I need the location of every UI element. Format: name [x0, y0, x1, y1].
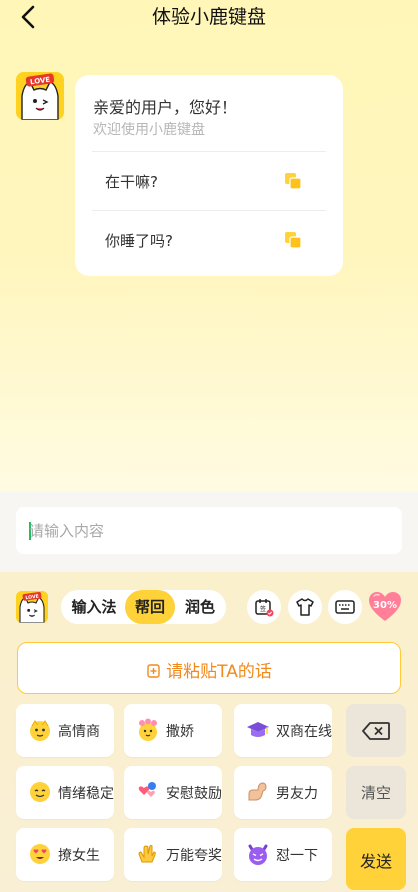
keyboard-icon [335, 600, 355, 614]
suggestion-item[interactable]: 你睡了吗? [92, 210, 326, 268]
heart-progress-text: 30% [373, 600, 397, 611]
cat-love-logo-icon: LOVE [16, 72, 64, 120]
reply-style-key[interactable]: 高情商 [16, 704, 114, 757]
header: 体验小鹿键盘 [0, 0, 418, 34]
clear-label: 清空 [360, 784, 391, 802]
key-label: 高情商 [58, 724, 100, 740]
paste-label-text: 请粘贴TA的话 [166, 662, 272, 682]
suggestion-item[interactable]: 在干嘛? [92, 151, 326, 209]
key-label: 情绪稳定 [58, 786, 114, 802]
mode-tab-reply[interactable]: 帮回 [125, 590, 175, 624]
reply-style-key[interactable]: 撩女生 [16, 828, 114, 881]
reply-style-key[interactable]: 双商在线 [234, 704, 332, 757]
smart-face-icon [30, 720, 50, 741]
welcome-message-card: 亲爱的用户，您好！ 欢迎使用小鹿键盘 在干嘛? 你睡了吗? [75, 75, 343, 276]
reply-style-key[interactable]: 万能夸奖 [124, 828, 222, 881]
greeting-text: 亲爱的用户，您好！ [93, 98, 238, 117]
sign-in-button[interactable]: 签 [247, 590, 281, 624]
copy-icon[interactable] [284, 231, 302, 249]
suggestion-text: 在干嘛? [105, 173, 158, 191]
key-label: 撒娇 [166, 724, 194, 740]
calendar-check-icon: 签 [255, 599, 274, 617]
paste-icon [147, 664, 160, 678]
backspace-icon [362, 722, 390, 740]
clear-key[interactable]: 清空 [346, 766, 406, 819]
send-button[interactable]: 发送 [346, 828, 406, 890]
key-label: 安慰鼓励 [166, 786, 222, 802]
skin-button[interactable] [288, 590, 322, 624]
key-label: 万能夸奖 [166, 848, 222, 864]
calm-face-icon [30, 782, 50, 802]
input-panel [0, 492, 418, 572]
reply-style-key[interactable]: 男友力 [234, 766, 332, 819]
send-label: 发送 [359, 852, 392, 871]
reply-style-key[interactable]: 撒娇 [124, 704, 222, 757]
message-input[interactable] [29, 507, 389, 554]
backspace-key[interactable] [346, 704, 406, 757]
heart-eyes-face-icon [30, 844, 50, 864]
suggestion-text: 你睡了吗? [105, 232, 173, 250]
welcome-subtitle: 欢迎使用小鹿键盘 [93, 122, 205, 138]
reply-style-key[interactable]: 安慰鼓励 [124, 766, 222, 819]
message-input-box[interactable] [16, 507, 402, 554]
bot-avatar: LOVE [16, 72, 64, 120]
mode-switcher: 输入法 帮回 润色 [61, 590, 226, 624]
tshirt-icon [296, 598, 314, 616]
flexed-arm-icon [248, 782, 267, 801]
mode-tab-polish[interactable]: 润色 [177, 590, 223, 624]
cat-love-logo-icon: LOVE [16, 591, 48, 623]
heart-progress-button[interactable]: 30% [368, 590, 402, 624]
reply-style-key[interactable]: 怼一下 [234, 828, 332, 881]
flower-face-icon [139, 718, 157, 741]
key-label: 双商在线 [276, 724, 332, 740]
keyboard-panel: LOVE 输入法 帮回 润色 签 30% 请粘贴TA的话 高情商 撒娇 双商在线… [0, 572, 418, 892]
keyboard-avatar[interactable]: LOVE [16, 591, 48, 623]
key-label: 撩女生 [58, 848, 100, 864]
key-label: 怼一下 [276, 848, 318, 864]
keyboard-switch-button[interactable] [328, 590, 362, 624]
graduation-cap-icon [247, 722, 269, 737]
reply-style-key[interactable]: 情绪稳定 [16, 766, 114, 819]
mode-tab-input[interactable]: 输入法 [65, 590, 123, 624]
page-title: 体验小鹿键盘 [151, 6, 266, 28]
svg-text:签: 签 [260, 605, 266, 613]
devil-face-icon [248, 844, 268, 865]
clapping-hands-icon [138, 845, 156, 863]
copy-icon[interactable] [284, 172, 302, 190]
paste-button[interactable]: 请粘贴TA的话 [17, 642, 401, 694]
paste-label: 请粘贴TA的话 [18, 657, 400, 682]
hug-hearts-icon [138, 782, 156, 797]
key-label: 男友力 [276, 786, 318, 802]
